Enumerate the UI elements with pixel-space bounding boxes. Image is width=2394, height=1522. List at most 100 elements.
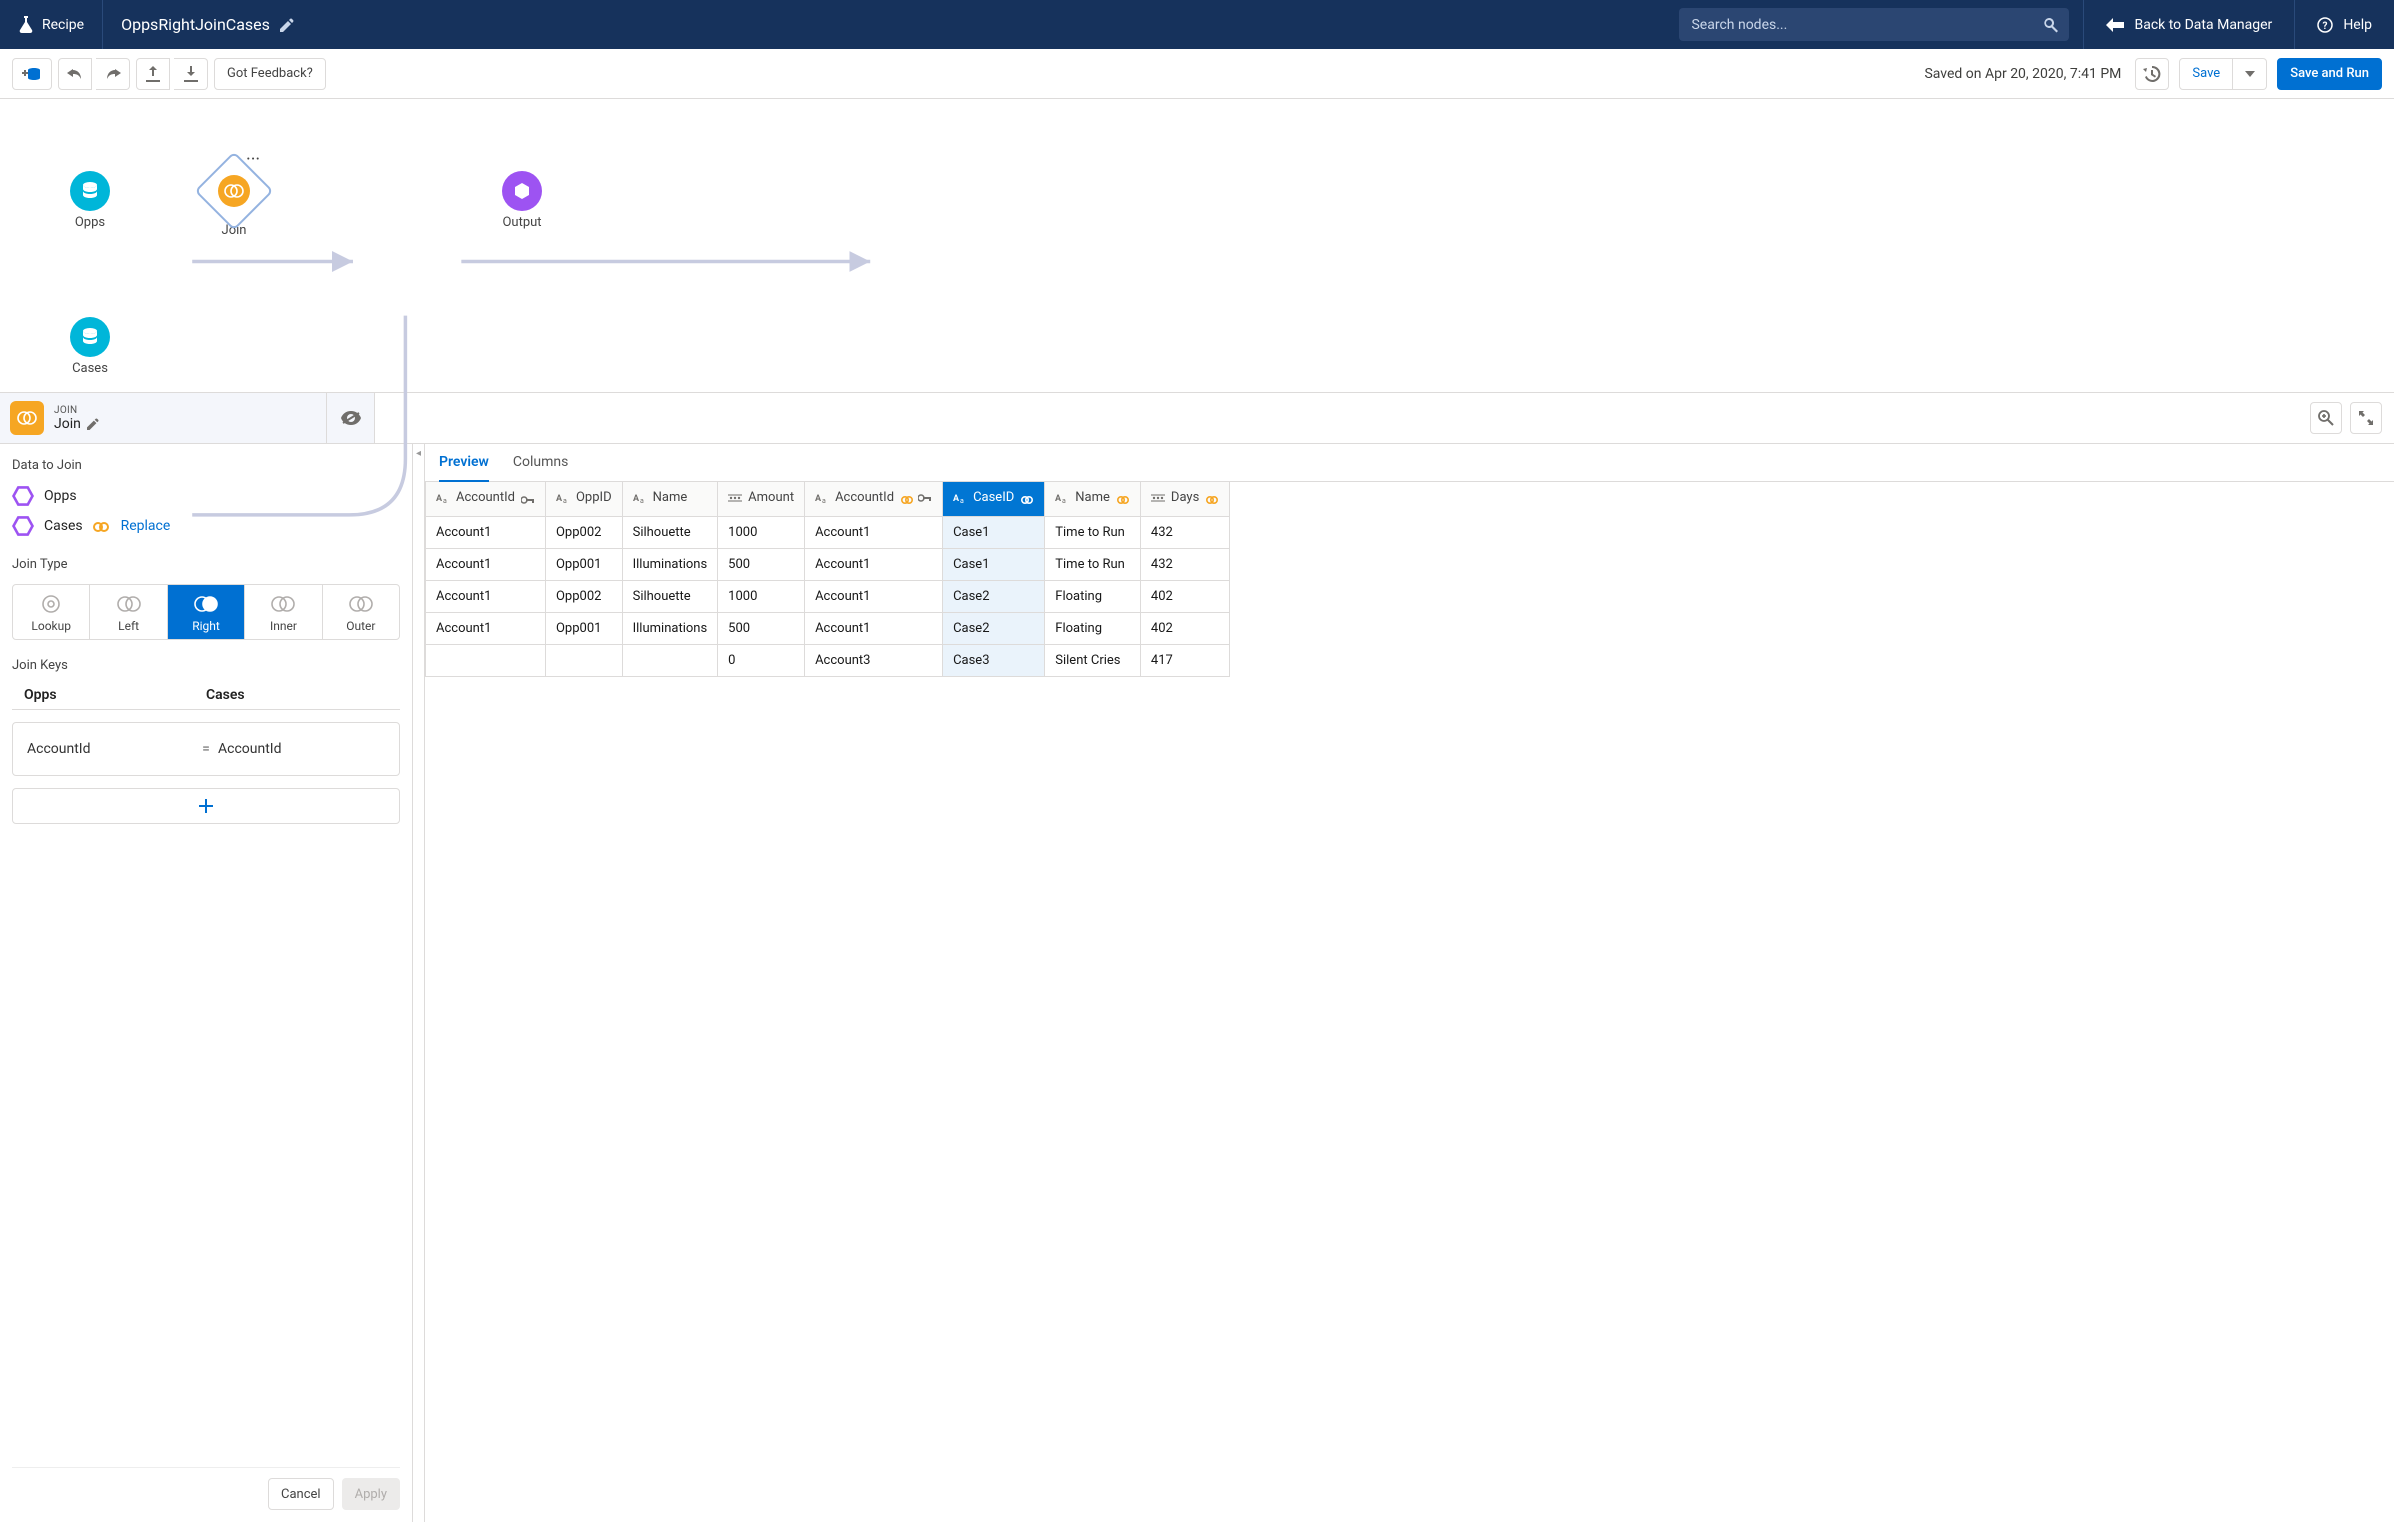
- feedback-label: Got Feedback?: [227, 66, 313, 81]
- column-header[interactable]: Aa Name: [1045, 482, 1141, 516]
- table-cell[interactable]: 402: [1140, 580, 1229, 612]
- table-cell[interactable]: Account1: [426, 516, 546, 548]
- node-join[interactable]: Join: [194, 163, 274, 238]
- table-cell[interactable]: Case2: [943, 580, 1045, 612]
- table-cell[interactable]: Floating: [1045, 612, 1141, 644]
- table-cell[interactable]: Opp002: [545, 580, 622, 612]
- table-row[interactable]: Account1Opp001Illuminations500Account1Ca…: [426, 612, 1230, 644]
- table-cell[interactable]: 500: [718, 548, 805, 580]
- history-button[interactable]: [2135, 58, 2169, 90]
- save-menu-button[interactable]: [2233, 58, 2267, 90]
- undo-button[interactable]: [58, 58, 92, 90]
- column-header[interactable]: Aa AccountId: [805, 482, 943, 516]
- save-and-run-button[interactable]: Save and Run: [2277, 58, 2382, 90]
- table-cell[interactable]: Account1: [805, 548, 943, 580]
- replace-link[interactable]: Replace: [121, 518, 171, 534]
- recipe-canvas[interactable]: Opps Join ··· Output Cases: [0, 99, 2394, 392]
- column-header[interactable]: Aa OppID: [545, 482, 622, 516]
- table-row[interactable]: 0Account3Case3Silent Cries417: [426, 644, 1230, 676]
- column-header[interactable]: Days: [1140, 482, 1229, 516]
- table-cell[interactable]: Opp002: [545, 516, 622, 548]
- table-cell[interactable]: Time to Run: [1045, 548, 1141, 580]
- table-cell[interactable]: Case1: [943, 516, 1045, 548]
- join-type-inner[interactable]: Inner: [245, 585, 322, 639]
- join-type-outer[interactable]: Outer: [323, 585, 399, 639]
- pencil-icon[interactable]: [87, 418, 99, 430]
- table-cell[interactable]: 417: [1140, 644, 1229, 676]
- join-type-left[interactable]: Left: [90, 585, 167, 639]
- join-type-label: Join Type: [12, 557, 400, 572]
- table-cell[interactable]: 402: [1140, 612, 1229, 644]
- table-cell[interactable]: Case2: [943, 612, 1045, 644]
- column-header[interactable]: Aa Name: [622, 482, 718, 516]
- table-cell[interactable]: Case3: [943, 644, 1045, 676]
- brand: Recipe: [0, 0, 103, 49]
- saved-timestamp: Saved on Apr 20, 2020, 7:41 PM: [1924, 66, 2121, 82]
- tab-preview[interactable]: Preview: [439, 454, 489, 482]
- toggle-preview-button[interactable]: [327, 393, 375, 443]
- table-cell[interactable]: Time to Run: [1045, 516, 1141, 548]
- table-cell[interactable]: 1000: [718, 580, 805, 612]
- table-cell[interactable]: Account3: [805, 644, 943, 676]
- table-row[interactable]: Account1Opp001Illuminations500Account1Ca…: [426, 548, 1230, 580]
- add-data-button[interactable]: [12, 58, 52, 90]
- node-cases[interactable]: Cases: [50, 317, 130, 376]
- table-cell[interactable]: [426, 644, 546, 676]
- table-cell[interactable]: Account1: [805, 612, 943, 644]
- column-header[interactable]: Amount: [718, 482, 805, 516]
- table-cell[interactable]: Opp001: [545, 612, 622, 644]
- table-cell[interactable]: Silhouette: [622, 580, 718, 612]
- table-cell[interactable]: Illuminations: [622, 612, 718, 644]
- join-key-row[interactable]: AccountId = AccountId: [12, 722, 400, 776]
- table-cell[interactable]: Account1: [805, 516, 943, 548]
- join-keys-label: Join Keys: [12, 658, 400, 673]
- join-type-right[interactable]: Right: [168, 585, 245, 639]
- key-icon: [918, 493, 932, 503]
- node-opps[interactable]: Opps: [50, 171, 130, 230]
- column-header[interactable]: Aa AccountId: [426, 482, 546, 516]
- table-cell[interactable]: Floating: [1045, 580, 1141, 612]
- table-cell[interactable]: [545, 644, 622, 676]
- pencil-icon[interactable]: [280, 18, 294, 32]
- save-button[interactable]: Save: [2179, 58, 2233, 90]
- table-cell[interactable]: Illuminations: [622, 548, 718, 580]
- zoom-button[interactable]: [2310, 402, 2342, 434]
- table-cell[interactable]: Silent Cries: [1045, 644, 1141, 676]
- table-cell[interactable]: 432: [1140, 548, 1229, 580]
- add-key-button[interactable]: [12, 788, 400, 824]
- apply-button[interactable]: Apply: [342, 1478, 400, 1510]
- node-label: Output: [502, 215, 541, 230]
- tab-columns[interactable]: Columns: [513, 454, 568, 481]
- table-cell[interactable]: 1000: [718, 516, 805, 548]
- table-cell[interactable]: Account1: [426, 612, 546, 644]
- table-cell[interactable]: Account1: [805, 580, 943, 612]
- table-cell[interactable]: 432: [1140, 516, 1229, 548]
- cancel-label: Cancel: [281, 1487, 321, 1502]
- table-cell[interactable]: 0: [718, 644, 805, 676]
- join-type-lookup[interactable]: Lookup: [13, 585, 90, 639]
- search-input[interactable]: [1679, 8, 2069, 41]
- upload-button[interactable]: [136, 58, 170, 90]
- table-row[interactable]: Account1Opp002Silhouette1000Account1Case…: [426, 580, 1230, 612]
- expand-button[interactable]: [2350, 402, 2382, 434]
- node-menu-icon[interactable]: ···: [246, 149, 260, 170]
- table-cell[interactable]: [622, 644, 718, 676]
- back-to-data-manager[interactable]: Back to Data Manager: [2083, 0, 2294, 49]
- download-button[interactable]: [174, 58, 208, 90]
- column-header[interactable]: Aa CaseID: [943, 482, 1045, 516]
- help[interactable]: ? Help: [2294, 0, 2394, 49]
- table-cell[interactable]: Account1: [426, 580, 546, 612]
- feedback-button[interactable]: Got Feedback?: [214, 58, 326, 90]
- table-row[interactable]: Account1Opp002Silhouette1000Account1Case…: [426, 516, 1230, 548]
- table-cell[interactable]: Case1: [943, 548, 1045, 580]
- jt-label: Outer: [346, 619, 375, 633]
- table-cell[interactable]: Opp001: [545, 548, 622, 580]
- table-cell[interactable]: Account1: [426, 548, 546, 580]
- table-cell[interactable]: 500: [718, 612, 805, 644]
- cancel-button[interactable]: Cancel: [268, 1478, 334, 1510]
- svg-text:a: a: [822, 497, 826, 504]
- redo-button[interactable]: [96, 58, 130, 90]
- collapse-sidebar-button[interactable]: ◂: [413, 444, 425, 1522]
- table-cell[interactable]: Silhouette: [622, 516, 718, 548]
- node-output[interactable]: Output: [482, 171, 562, 230]
